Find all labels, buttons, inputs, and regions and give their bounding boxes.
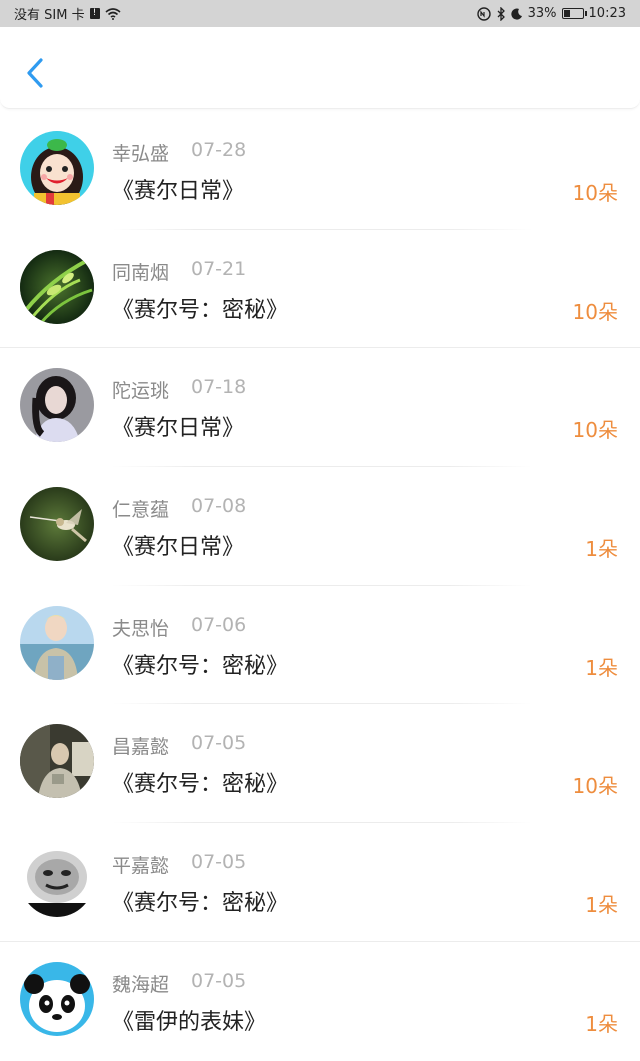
chevron-left-icon [27, 58, 43, 88]
gift-count: 10朵 [572, 418, 618, 443]
girl-photo-avatar [20, 368, 94, 443]
avatar[interactable] [20, 961, 94, 1036]
sender-name: 仁意蕴 [112, 499, 170, 522]
work-title: 《赛尔日常》 [112, 179, 245, 204]
gift-count: 1朵 [585, 655, 618, 680]
record-date: 07-18 [191, 376, 247, 399]
status-left: 没有 SIM 卡 ! [14, 4, 121, 23]
sender-name: 同南烟 [112, 261, 170, 284]
avatar[interactable] [20, 605, 94, 680]
list-item[interactable]: 昌嘉懿 07-05 《赛尔号：密秘》 10朵 [0, 704, 640, 824]
list-item[interactable]: 平嘉懿 07-05 《赛尔号：密秘》 1朵 [0, 823, 640, 942]
clock-time: 10:23 [588, 6, 626, 21]
cartoon-girl-avatar [20, 131, 94, 205]
record-date: 07-28 [191, 139, 247, 161]
avatar[interactable] [20, 487, 94, 562]
work-title: 《赛尔号：密秘》 [112, 772, 289, 798]
record-date: 07-05 [191, 732, 247, 755]
sender-name: 昌嘉懿 [112, 736, 170, 759]
gift-record-list: 幸弘盛 07-28 《赛尔日常》 10朵 同南烟 07-21 《赛尔号：密秘》 … [0, 111, 640, 1061]
moon-icon [510, 8, 522, 20]
boy-beach-avatar [20, 605, 94, 680]
record-date: 07-05 [191, 969, 247, 992]
gift-count: 1朵 [585, 893, 618, 918]
gift-count: 10朵 [572, 299, 618, 324]
carrier-text: 没有 SIM 卡 [14, 8, 85, 23]
panda-avatar [20, 961, 94, 1036]
boy-room-avatar [20, 724, 94, 799]
gift-count: 1朵 [585, 537, 618, 562]
list-item[interactable]: 仁意蕴 07-08 《赛尔日常》 1朵 [0, 467, 640, 586]
bluetooth-icon [497, 6, 505, 21]
record-date: 07-06 [191, 613, 247, 636]
record-date: 07-08 [191, 495, 247, 518]
avatar[interactable] [20, 131, 94, 205]
meme-face-avatar [20, 843, 94, 918]
work-title: 《赛尔日常》 [112, 416, 245, 442]
avatar[interactable] [20, 249, 94, 324]
sender-name: 幸弘盛 [112, 143, 170, 165]
sim-alert-icon: ! [89, 8, 100, 19]
avatar[interactable] [20, 724, 94, 799]
status-right: 33% 10:23 [476, 6, 626, 21]
record-date: 07-05 [191, 851, 247, 874]
list-item[interactable]: 夫思怡 07-06 《赛尔号：密秘》 1朵 [0, 586, 640, 705]
list-item[interactable]: 同南烟 07-21 《赛尔号：密秘》 10朵 [0, 230, 640, 349]
status-bar: 没有 SIM 卡 ! 33% 10:23 [0, 0, 640, 27]
avatar[interactable] [20, 368, 94, 443]
sender-name: 魏海超 [112, 973, 170, 996]
nfc-icon [476, 6, 491, 21]
list-item[interactable]: 陀运珧 07-18 《赛尔日常》 10朵 [0, 348, 640, 468]
work-title: 《赛尔号：密秘》 [112, 653, 289, 679]
work-title: 《雷伊的表妹》 [112, 1009, 267, 1035]
back-button[interactable] [18, 51, 52, 95]
sender-name: 陀运珧 [112, 380, 170, 403]
work-title: 《赛尔日常》 [112, 535, 245, 561]
battery-percent: 33% [527, 6, 557, 21]
top-nav-bar [0, 27, 640, 109]
wifi-icon [105, 7, 121, 20]
work-title: 《赛尔号：密秘》 [112, 297, 289, 323]
gift-count: 1朵 [585, 1011, 618, 1036]
list-item[interactable]: 幸弘盛 07-28 《赛尔日常》 10朵 [0, 111, 640, 230]
list-item[interactable]: 魏海超 07-05 《雷伊的表妹》 1朵 [0, 942, 640, 1061]
record-date: 07-21 [191, 257, 247, 280]
gift-count: 10朵 [572, 181, 618, 205]
sender-name: 夫思怡 [112, 617, 170, 640]
work-title: 《赛尔号：密秘》 [112, 891, 289, 917]
avatar[interactable] [20, 843, 94, 918]
green-plant-avatar [20, 249, 94, 324]
gift-count: 10朵 [572, 774, 618, 799]
sender-name: 平嘉懿 [112, 855, 170, 878]
battery-icon [561, 8, 587, 19]
hummingbird-avatar [20, 487, 94, 562]
